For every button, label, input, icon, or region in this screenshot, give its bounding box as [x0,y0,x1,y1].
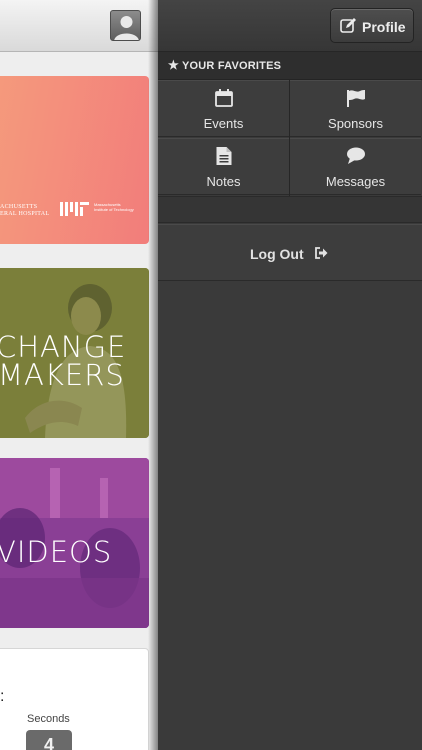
mit-name-text: Massachusetts Institute of Technology [94,202,134,212]
seconds-label: Seconds [27,713,70,725]
logout-button[interactable]: Log Out [158,224,422,281]
logout-label: Log Out [250,246,304,262]
main-top-bar [0,0,158,52]
panel-edge-shadow [148,0,158,750]
favorites-header-label: YOUR FAVORITES [182,60,282,72]
mit-logo-icon [60,202,89,216]
calendar-icon [214,89,233,112]
videos-title: VIDEOS [0,535,113,569]
side-menu-panel: Profile ★ YOUR FAVORITES Events Sponsors [158,0,422,750]
seconds-counter: 4 [26,730,72,750]
favorite-notes-label: Notes [206,174,241,189]
user-avatar-button[interactable] [110,10,141,41]
menu-top-bar: Profile [158,0,422,52]
sign-out-icon [315,246,328,262]
flag-icon [346,89,366,112]
favorite-events-label: Events [203,116,244,131]
user-silhouette-icon [114,16,139,40]
favorites-header: ★ YOUR FAVORITES [158,52,422,80]
document-icon [216,147,231,170]
profile-button[interactable]: Profile [330,8,414,43]
hospital-mit-banner-card[interactable] [0,76,149,244]
edit-icon [340,17,357,37]
changemakers-line-2: MAKERS [0,358,125,392]
menu-spacer [158,196,422,223]
favorite-messages-label: Messages [325,174,386,189]
main-content-panel: ACHUSETTS ERAL HOSPITAL Massachusetts In… [0,0,158,750]
profile-button-label: Profile [362,19,406,35]
favorite-notes-button[interactable]: Notes [158,138,289,195]
favorites-divider [289,80,290,196]
star-icon: ★ [168,58,179,72]
favorite-messages-button[interactable]: Messages [290,138,421,195]
favorite-sponsors-label: Sponsors [328,116,383,131]
favorite-events-button[interactable]: Events [158,80,289,137]
countdown-separator: : [0,688,5,705]
chat-bubble-icon [346,147,366,170]
favorite-sponsors-button[interactable]: Sponsors [290,80,421,137]
seconds-value: 4 [44,735,55,750]
hospital-logo-text: ACHUSETTS ERAL HOSPITAL [0,204,50,217]
countdown-card [0,648,149,750]
